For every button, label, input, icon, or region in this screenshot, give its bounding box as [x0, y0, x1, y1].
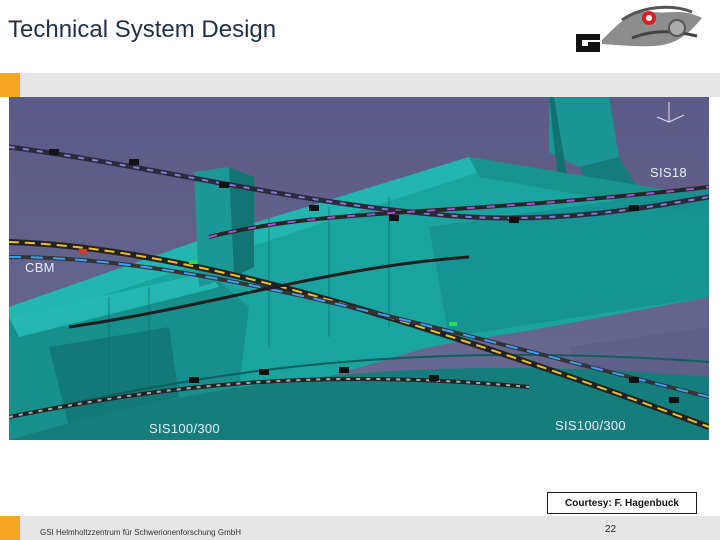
- page-number: 22: [605, 524, 617, 535]
- slide-title: Technical System Design: [8, 16, 277, 43]
- courtesy-box: Courtesy: F. Hagenbuck: [547, 492, 697, 514]
- bottom-accent-block: [0, 516, 20, 540]
- gsi-logo-icon: [576, 5, 702, 52]
- sis100-right-label: SIS100/300: [555, 418, 626, 433]
- footer-organization: GSI Helmholtzzentrum für Schwerionenfors…: [40, 528, 241, 537]
- cbm-label: CBM: [25, 260, 55, 275]
- sis100-left-label: SIS100/300: [149, 421, 220, 436]
- top-accent-block: [0, 73, 20, 97]
- top-band: [0, 73, 720, 97]
- cad-rendering: SIS18 CBM SIS100/300 SIS100/300: [9, 97, 709, 440]
- sis18-label: SIS18: [650, 165, 687, 180]
